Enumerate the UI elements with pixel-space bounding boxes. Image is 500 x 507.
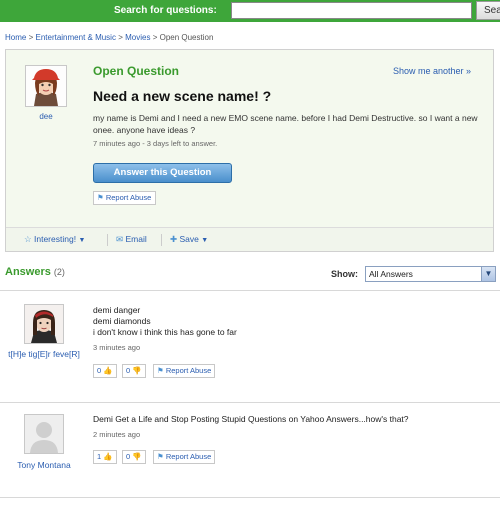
question-panel: dee Open Question Show me another » Need… (5, 49, 494, 252)
answerer-avatar[interactable] (24, 304, 64, 344)
divider (0, 290, 500, 291)
answer-body: demi danger demi diamonds i don't know i… (93, 305, 237, 338)
report-abuse-button[interactable]: ⚑ Report Abuse (153, 364, 216, 378)
save-label: Save (179, 234, 199, 244)
thumbs-down-button[interactable]: 0 👎 (122, 450, 146, 464)
answers-title: Answers (5, 266, 51, 278)
answer-line: i don't know i think this has gone to fa… (93, 327, 237, 337)
answer-question-button[interactable]: Answer this Question (93, 163, 232, 183)
answers-filter-select[interactable]: All Answers ▼ (365, 266, 496, 282)
question-title: Need a new scene name! ? (93, 88, 272, 104)
save-button[interactable]: ✚ Save ▼ (170, 234, 208, 245)
answer-meta: 3 minutes ago (93, 343, 141, 352)
search-bar: Search for questions: Sea (0, 0, 500, 22)
answer-line: demi diamonds (93, 316, 151, 326)
report-abuse-label: Report Abuse (165, 366, 212, 375)
answers-count: (2) (53, 267, 65, 277)
show-label: Show: (331, 269, 358, 279)
search-button[interactable]: Sea (476, 1, 500, 20)
breadcrumb-separator: > (28, 33, 34, 42)
flag-icon: ⚑ (97, 193, 104, 202)
thumbs-down-count: 0 (126, 366, 131, 375)
thumbs-up-icon: 👍 (103, 366, 113, 375)
thumbs-up-button[interactable]: 1 👍 (93, 450, 117, 464)
thumbs-up-count: 1 (97, 452, 102, 461)
divider (0, 402, 500, 403)
plus-icon: ✚ (170, 234, 178, 244)
thumbs-down-icon: 👎 (132, 366, 142, 375)
breadcrumb-current: Open Question (159, 33, 214, 42)
answers-heading: Answers (2) (5, 266, 65, 278)
answer-meta: 2 minutes ago (93, 430, 141, 439)
email-label: Email (125, 234, 147, 244)
answerer-avatar[interactable] (24, 414, 64, 454)
question-body: my name is Demi and I need a new EMO sce… (93, 113, 478, 135)
answer-line: Demi Get a Life and Stop Posting Stupid … (93, 414, 409, 424)
flag-icon: ⚑ (157, 366, 164, 375)
search-label: Search for questions: (114, 5, 217, 16)
thumbs-down-icon: 👎 (132, 452, 142, 461)
report-abuse-label: Report Abuse (105, 193, 152, 202)
answer-body: Demi Get a Life and Stop Posting Stupid … (93, 414, 409, 425)
toolbar-divider (161, 234, 162, 246)
report-abuse-label: Report Abuse (165, 452, 212, 461)
interesting-button[interactable]: ☆ Interesting! ▼ (24, 234, 85, 245)
answerer-name[interactable]: t[H]e tig[E]r feve[R] (4, 349, 84, 360)
question-toolbar: ☆ Interesting! ▼ ✉ Email ✚ Save ▼ (6, 229, 493, 252)
toolbar-divider (107, 234, 108, 246)
chevron-down-icon[interactable]: ▼ (481, 267, 495, 281)
thumbs-up-icon: 👍 (103, 452, 113, 461)
breadcrumb-separator: > (118, 33, 123, 42)
thumbs-down-button[interactable]: 0 👎 (122, 364, 146, 378)
report-abuse-button[interactable]: ⚑ Report Abuse (153, 450, 216, 464)
flag-icon: ⚑ (157, 452, 164, 461)
star-icon: ☆ (24, 234, 32, 244)
envelope-icon: ✉ (116, 234, 124, 244)
answer-line: demi danger (93, 305, 141, 315)
report-abuse-button[interactable]: ⚑ Report Abuse (93, 191, 157, 205)
asker-name[interactable]: dee (16, 112, 76, 121)
email-button[interactable]: ✉ Email (116, 234, 147, 245)
asker-avatar[interactable] (25, 65, 67, 107)
chevron-down-icon: ▼ (78, 237, 86, 244)
breadcrumb-movies[interactable]: Movies (125, 33, 150, 42)
show-another-link[interactable]: Show me another » (393, 66, 471, 76)
divider (0, 497, 500, 498)
thumbs-down-count: 0 (126, 452, 131, 461)
chevron-down-icon: ▼ (201, 237, 209, 244)
breadcrumb: Home > Entertainment & Music > Movies > … (5, 33, 213, 42)
thumbs-up-count: 0 (97, 366, 102, 375)
thumbs-up-button[interactable]: 0 👍 (93, 364, 117, 378)
breadcrumb-entertainment[interactable]: Entertainment & Music (35, 33, 115, 42)
breadcrumb-home[interactable]: Home (5, 33, 26, 42)
interesting-label: Interesting! (34, 234, 77, 244)
question-status-heading: Open Question (93, 64, 180, 78)
answers-filter-value: All Answers (369, 269, 413, 279)
answerer-name[interactable]: Tony Montana (4, 460, 84, 471)
breadcrumb-separator: > (152, 33, 158, 42)
question-content: dee Open Question Show me another » Need… (6, 50, 493, 228)
search-input[interactable] (231, 2, 472, 19)
question-meta: 7 minutes ago - 3 days left to answer. (93, 139, 218, 148)
